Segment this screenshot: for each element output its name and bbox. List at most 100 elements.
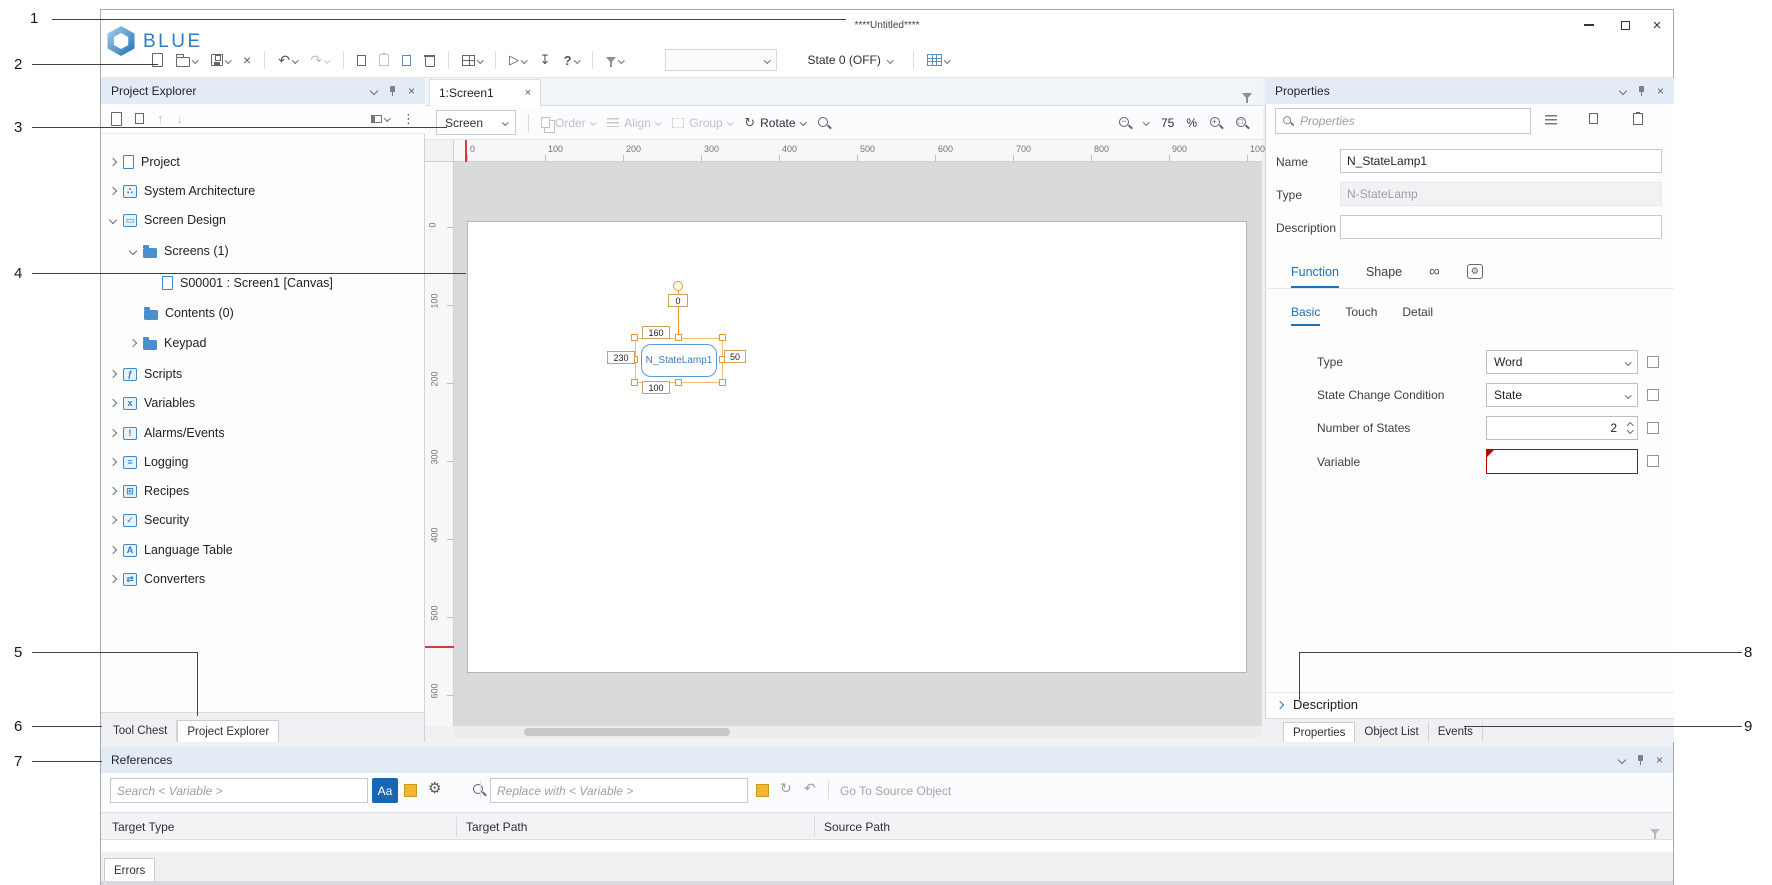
pe-copy-button[interactable] — [135, 113, 144, 124]
table-filter-button[interactable] — [1650, 822, 1660, 840]
resize-handle-nw[interactable] — [631, 334, 638, 341]
state-selector-dropdown[interactable]: State 0 (OFF) — [808, 53, 893, 67]
stepper-down-icon[interactable] — [1628, 421, 1633, 435]
expand-right-icon[interactable] — [109, 370, 117, 378]
download-button[interactable]: ↧ — [540, 52, 551, 68]
subtab-basic[interactable]: Basic — [1291, 305, 1320, 326]
pe-move-up-button[interactable]: ↑ — [157, 111, 164, 126]
search-settings-button[interactable]: ⚙ — [428, 781, 441, 797]
resize-handle-s[interactable] — [675, 379, 682, 386]
tree-item-alarms-events[interactable]: !Alarms/Events — [101, 421, 424, 445]
resize-handle-se[interactable] — [719, 379, 726, 386]
expand-right-icon[interactable] — [129, 339, 137, 347]
column-target-type[interactable]: Target Type — [112, 820, 174, 834]
tree-item-screen-design[interactable]: ▭Screen Design — [101, 208, 424, 232]
undo-button[interactable]: ↶ — [278, 52, 297, 69]
form-scc-checkbox[interactable] — [1647, 389, 1659, 401]
expand-right-icon[interactable] — [109, 487, 117, 495]
expand-right-icon[interactable] — [109, 158, 117, 166]
tab-function[interactable]: Function — [1291, 265, 1339, 288]
canvas-workspace[interactable]: N_StateLamp1 0 160 230 50 100 — [454, 162, 1262, 726]
description-section-toggle[interactable]: Description — [1277, 697, 1358, 712]
tab-advanced[interactable]: ⚙ — [1467, 263, 1483, 288]
props-copy-button[interactable] — [1589, 113, 1598, 124]
panel-menu-icon[interactable] — [1618, 756, 1626, 764]
pin-icon[interactable] — [1636, 754, 1645, 766]
tree-item-system-architecture[interactable]: ∴System Architecture — [101, 179, 424, 203]
resize-handle-ne[interactable] — [719, 334, 726, 341]
goto-source-button[interactable]: Go To Source Object — [840, 784, 951, 798]
tree-item-converters[interactable]: ⇄Converters — [101, 567, 424, 591]
tree-item-keypad[interactable]: Keypad — [101, 331, 424, 355]
rotation-handle[interactable] — [673, 281, 683, 291]
tree-item-recipes[interactable]: ⊞Recipes — [101, 479, 424, 503]
name-input[interactable] — [1340, 149, 1662, 173]
tree-item-logging[interactable]: ≡Logging — [101, 450, 424, 474]
pe-more-button[interactable]: ⋮ — [402, 111, 415, 127]
copy-button[interactable] — [357, 55, 366, 66]
expand-down-icon[interactable] — [109, 216, 117, 224]
pe-dock-button[interactable] — [371, 115, 390, 123]
resize-handle-n[interactable] — [675, 334, 682, 341]
highlight-button[interactable] — [404, 784, 417, 797]
close-icon[interactable]: × — [1656, 754, 1663, 766]
run-button[interactable]: ▷ — [509, 52, 527, 68]
zoom-fit-button[interactable]: □ — [1235, 116, 1249, 130]
align-dropdown[interactable]: Align — [607, 116, 660, 130]
expand-right-icon[interactable] — [109, 546, 117, 554]
description-input[interactable] — [1340, 215, 1662, 239]
references-table-body[interactable] — [101, 840, 1673, 852]
form-scc-dropdown[interactable]: State — [1486, 383, 1638, 407]
expand-down-icon[interactable] — [129, 247, 137, 255]
form-type-dropdown[interactable]: Word — [1486, 350, 1638, 374]
form-type-checkbox[interactable] — [1647, 356, 1659, 368]
close-icon[interactable]: × — [408, 85, 415, 97]
paste-button[interactable] — [379, 54, 389, 66]
layout-panes-button[interactable] — [462, 55, 483, 66]
form-states-stepper[interactable]: 2 — [1486, 416, 1638, 440]
tree-item-security[interactable]: ✓Security — [101, 508, 424, 532]
screen-dropdown[interactable]: Screen — [436, 110, 516, 135]
panel-menu-icon[interactable] — [370, 87, 378, 95]
panel-menu-icon[interactable] — [1619, 87, 1627, 95]
save-button[interactable] — [211, 54, 231, 66]
expand-right-icon[interactable] — [109, 516, 117, 524]
props-paste-button[interactable] — [1633, 113, 1643, 125]
redo-button[interactable]: ↷ — [310, 52, 329, 69]
tab-object-list[interactable]: Object List — [1355, 722, 1428, 742]
tree-item-language-table[interactable]: ALanguage Table — [101, 538, 424, 562]
minimize-button[interactable] — [1575, 14, 1603, 36]
props-list-button[interactable] — [1545, 115, 1557, 125]
tab-properties[interactable]: Properties — [1283, 722, 1355, 742]
close-icon[interactable]: × — [1657, 85, 1664, 97]
expand-right-icon[interactable] — [109, 399, 117, 407]
filter-tool-button[interactable] — [606, 57, 624, 63]
table-view-button[interactable] — [927, 54, 950, 66]
rotate-dropdown[interactable]: ↻Rotate — [744, 115, 805, 131]
zoom-in-button[interactable]: + — [1209, 116, 1223, 130]
zoom-region-button[interactable] — [817, 116, 831, 130]
n-statelamp-object[interactable]: N_StateLamp1 — [641, 344, 717, 377]
duplicate-button[interactable] — [402, 55, 411, 66]
subtab-touch[interactable]: Touch — [1345, 305, 1377, 326]
match-case-button[interactable]: Aa — [372, 778, 398, 803]
form-variable-checkbox[interactable] — [1647, 455, 1659, 467]
references-undo-button[interactable]: ↶ — [804, 780, 816, 797]
tab-close-icon[interactable]: × — [525, 87, 531, 99]
pe-new-item-button[interactable] — [111, 112, 122, 126]
group-dropdown[interactable]: Group — [672, 116, 732, 130]
expand-right-icon[interactable] — [109, 458, 117, 466]
tab-events[interactable]: Events — [1429, 722, 1483, 742]
close-project-button[interactable]: × — [243, 54, 251, 66]
open-button[interactable] — [176, 54, 198, 67]
pe-move-down-button[interactable]: ↓ — [177, 111, 184, 126]
references-search-input[interactable] — [110, 778, 368, 803]
canvas-hscrollbar[interactable] — [454, 726, 1262, 738]
delete-button[interactable] — [424, 54, 435, 67]
tab-shape[interactable]: Shape — [1366, 265, 1402, 288]
tab-link[interactable]: ∞ — [1429, 265, 1440, 288]
tree-item-contents[interactable]: Contents (0) — [101, 301, 424, 325]
references-replace-input[interactable] — [490, 778, 748, 803]
replace-highlight-button[interactable] — [756, 784, 769, 797]
properties-search-input[interactable] — [1275, 108, 1531, 134]
